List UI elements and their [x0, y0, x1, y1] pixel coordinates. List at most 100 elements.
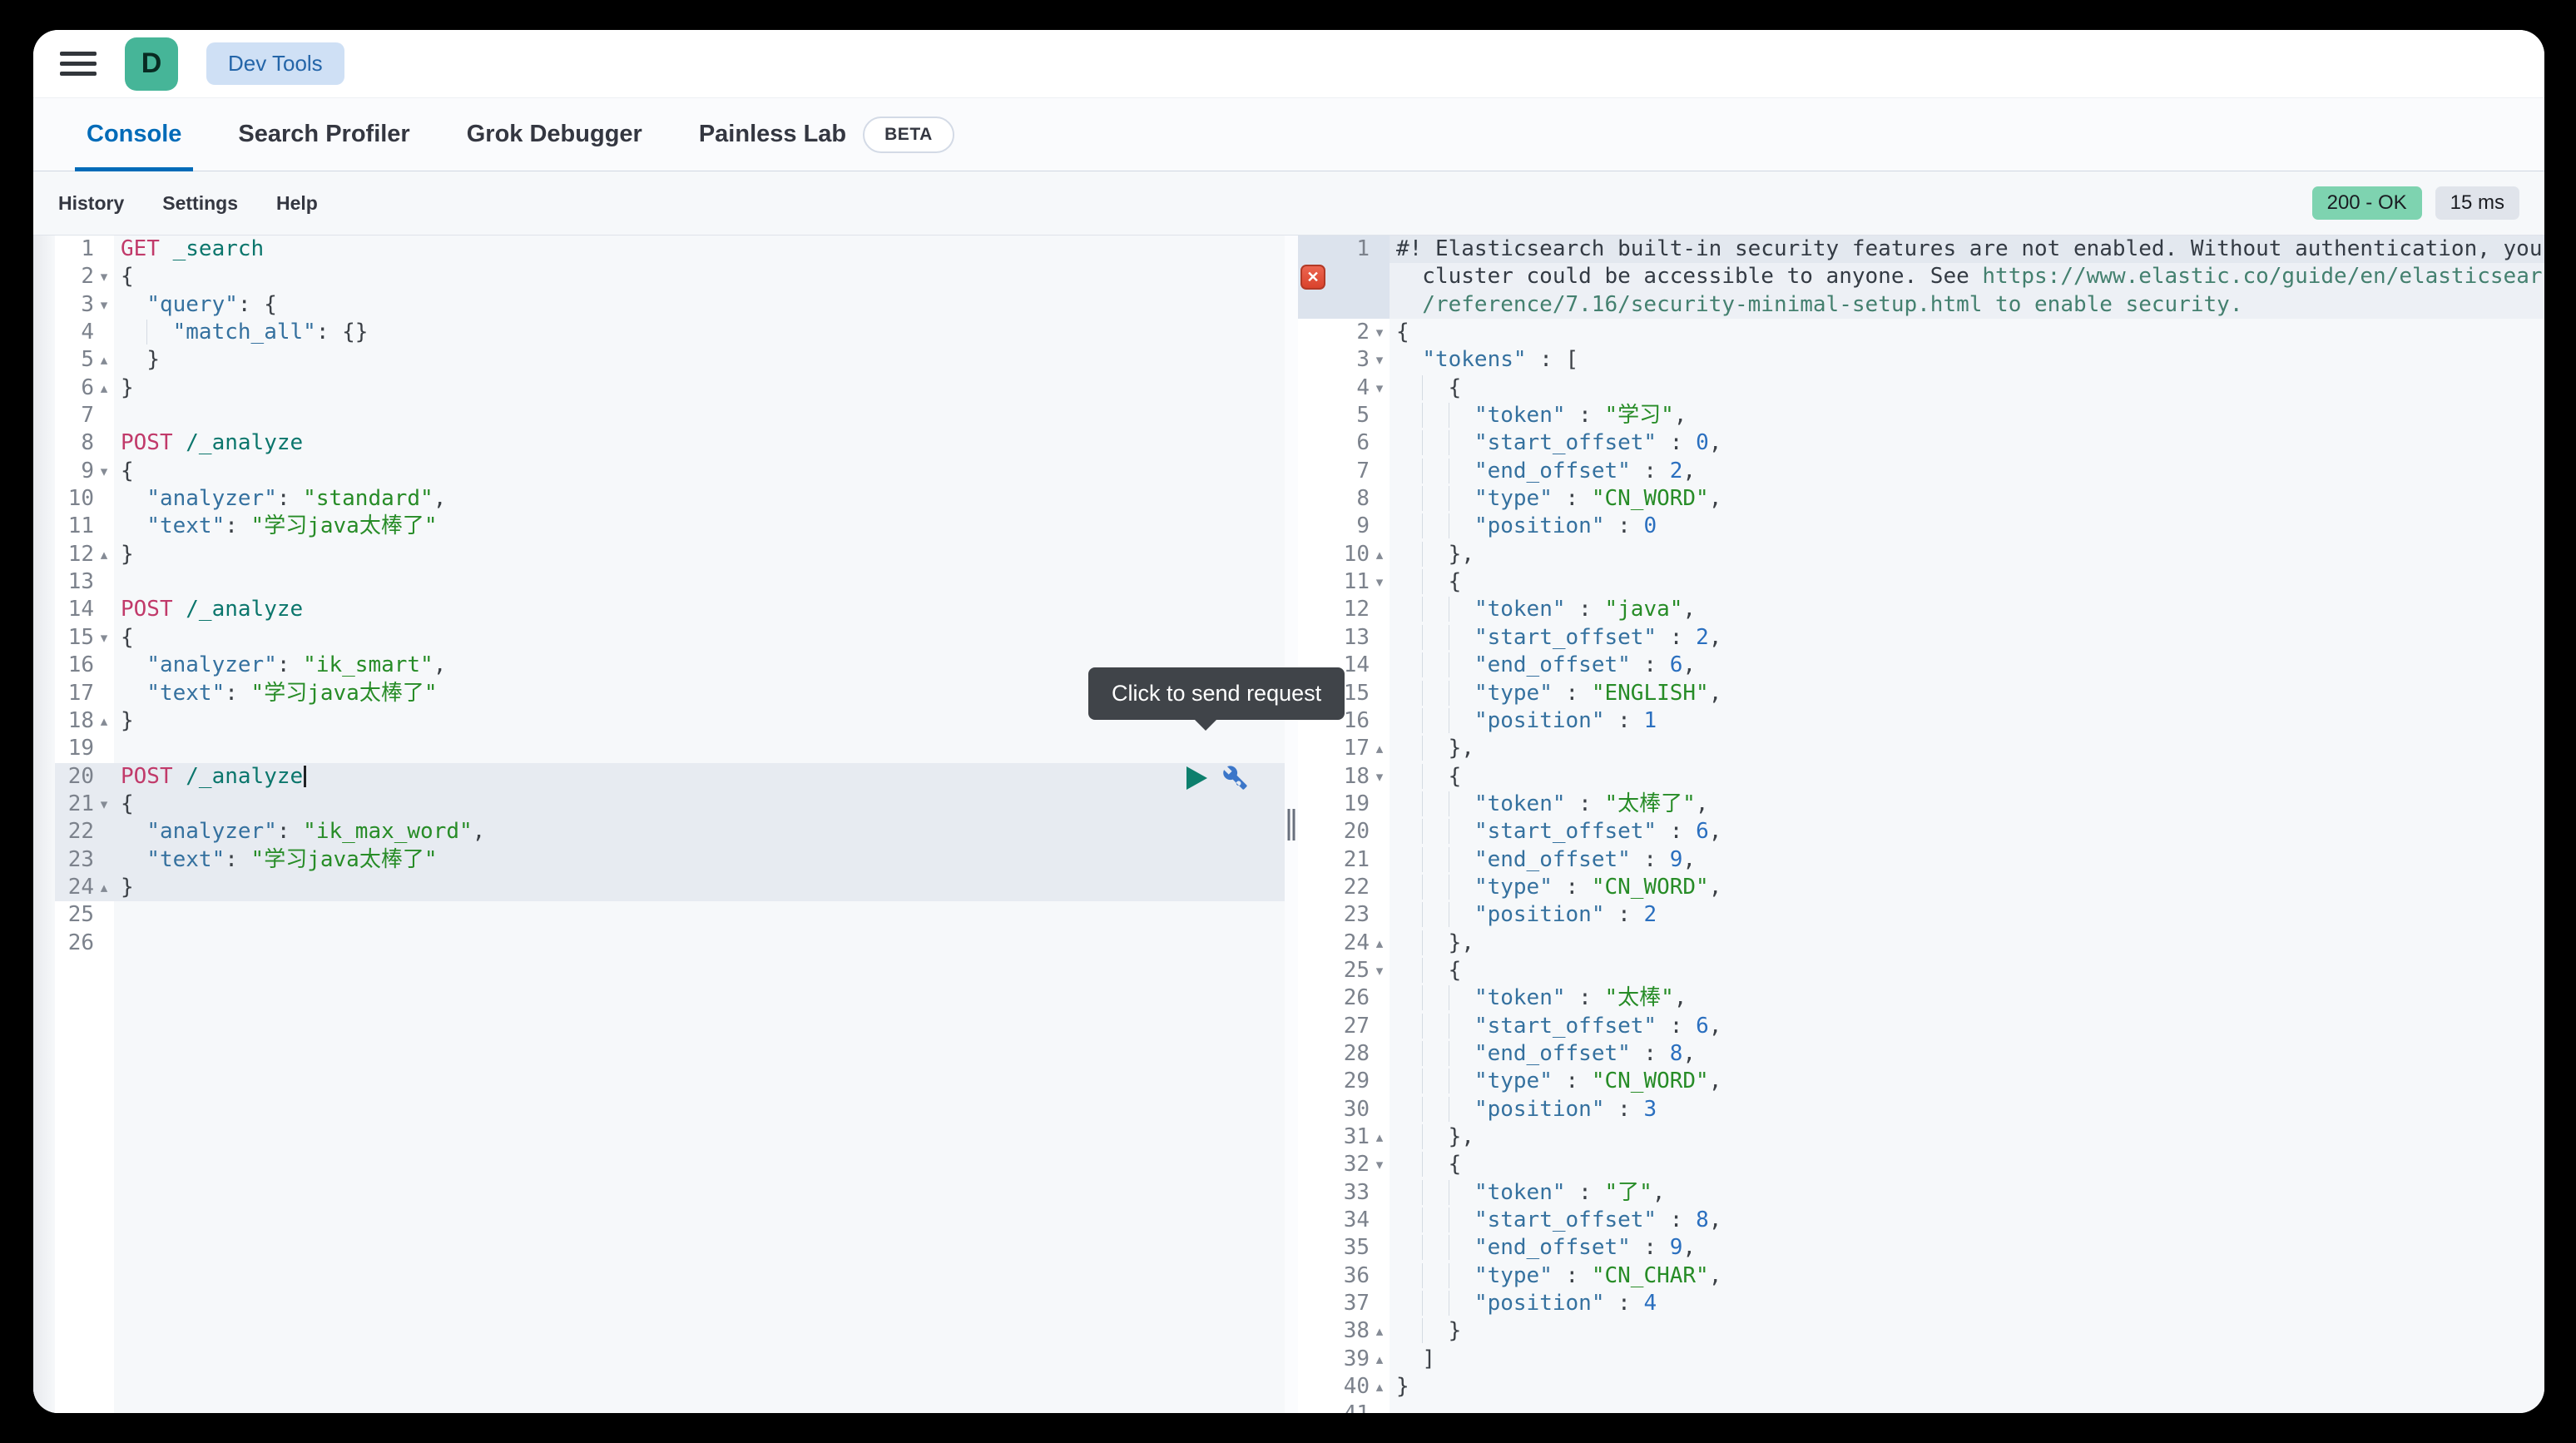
fold-open-icon[interactable]: ▾	[1370, 319, 1390, 346]
code-line[interactable]: 8POST /_analyze	[55, 429, 1285, 457]
fold-open-icon[interactable]: ▾	[1370, 763, 1390, 791]
code-text[interactable]: {	[114, 458, 1285, 485]
fold-close-icon[interactable]: ▴	[1370, 1346, 1390, 1373]
response-viewer[interactable]: 1#! Elasticsearch built-in security feat…	[1298, 236, 2544, 1413]
code-text[interactable]	[114, 930, 1285, 957]
code-text[interactable]: {	[114, 263, 1285, 290]
code-text[interactable]: "start_offset" : 2,	[1390, 624, 2544, 652]
code-text[interactable]: "end_offset" : 6,	[1390, 652, 2544, 679]
code-line[interactable]: 4 "match_all": {}	[55, 319, 1285, 346]
code-text[interactable]	[114, 901, 1285, 929]
code-text[interactable]: POST /_analyze	[114, 763, 1285, 791]
code-line[interactable]: 29 "type" : "CN_WORD",	[1298, 1068, 2544, 1095]
code-line[interactable]: 6 "start_offset" : 0,	[1298, 429, 2544, 457]
code-text[interactable]: "position" : 1	[1390, 707, 2544, 735]
code-text[interactable]: "tokens" : [	[1390, 346, 2544, 374]
code-line[interactable]: 22 "type" : "CN_WORD",	[1298, 874, 2544, 901]
fold-close-icon[interactable]: ▴	[94, 874, 114, 901]
code-line[interactable]: /reference/7.16/security-minimal-setup.h…	[1298, 291, 2544, 319]
code-text[interactable]: "start_offset" : 6,	[1390, 1013, 2544, 1040]
code-text[interactable]: }	[1390, 1317, 2544, 1345]
code-text[interactable]: "position" : 3	[1390, 1096, 2544, 1123]
panel-splitter[interactable]	[1285, 236, 1298, 1413]
code-line[interactable]: 10▴ },	[1298, 541, 2544, 568]
code-line[interactable]: 11 "text": "学习java太棒了"	[55, 513, 1285, 540]
fold-open-icon[interactable]: ▾	[1370, 374, 1390, 402]
code-line[interactable]: 9 "position" : 0	[1298, 513, 2544, 540]
code-line[interactable]: 11▾ {	[1298, 568, 2544, 596]
code-text[interactable]: "query": {	[114, 291, 1285, 319]
code-line[interactable]: 5▴ }	[55, 346, 1285, 374]
code-text[interactable]: "end_offset" : 8,	[1390, 1040, 2544, 1068]
code-text[interactable]: {	[114, 624, 1285, 652]
menu-settings[interactable]: Settings	[162, 192, 238, 215]
code-line[interactable]: 19	[55, 735, 1285, 762]
code-line[interactable]: 13 "start_offset" : 2,	[1298, 624, 2544, 652]
code-text[interactable]: },	[1390, 541, 2544, 568]
code-text[interactable]: {	[1390, 1151, 2544, 1178]
code-text[interactable]: GET _search	[114, 236, 1285, 263]
code-text[interactable]: "position" : 4	[1390, 1290, 2544, 1317]
code-text[interactable]: "analyzer": "ik_max_word",	[114, 818, 1285, 845]
code-text[interactable]: POST /_analyze	[114, 429, 1285, 457]
fold-close-icon[interactable]: ▴	[1370, 1373, 1390, 1401]
code-text[interactable]: "match_all": {}	[114, 319, 1285, 346]
code-line[interactable]: 36 "type" : "CN_CHAR",	[1298, 1262, 2544, 1290]
code-line[interactable]: 41	[1298, 1401, 2544, 1413]
tab-grok-debugger[interactable]: Grok Debugger	[455, 98, 654, 171]
code-line[interactable]: 23 "text": "学习java太棒了"	[55, 846, 1285, 874]
code-line[interactable]: 21 "end_offset" : 9,	[1298, 846, 2544, 874]
wrench-icon[interactable]	[1222, 765, 1248, 791]
code-line[interactable]: 32▾ {	[1298, 1151, 2544, 1178]
code-text[interactable]: },	[1390, 735, 2544, 762]
code-line[interactable]: 19 "token" : "太棒了",	[1298, 791, 2544, 818]
code-text[interactable]: }	[114, 346, 1285, 374]
code-text[interactable]: "type" : "CN_WORD",	[1390, 874, 2544, 901]
fold-close-icon[interactable]: ▴	[94, 541, 114, 568]
code-line[interactable]: 21▾{	[55, 791, 1285, 818]
code-line[interactable]: 5 "token" : "学习",	[1298, 402, 2544, 429]
code-line[interactable]: 25	[55, 901, 1285, 929]
code-text[interactable]	[114, 568, 1285, 596]
code-line[interactable]: 31▴ },	[1298, 1123, 2544, 1151]
code-line[interactable]: 13	[55, 568, 1285, 596]
code-line[interactable]: 8 "type" : "CN_WORD",	[1298, 485, 2544, 513]
code-line[interactable]: 10 "analyzer": "standard",	[55, 485, 1285, 513]
code-text[interactable]: "position" : 2	[1390, 901, 2544, 929]
code-text[interactable]: "end_offset" : 2,	[1390, 458, 2544, 485]
code-line[interactable]: 3▾ "query": {	[55, 291, 1285, 319]
code-line[interactable]: 24▴}	[55, 874, 1285, 901]
code-text[interactable]: {	[1390, 763, 2544, 791]
code-text[interactable]: "analyzer": "standard",	[114, 485, 1285, 513]
request-code[interactable]: 1GET _search2▾{3▾ "query": {4 "match_all…	[55, 236, 1285, 957]
tab-console[interactable]: Console	[75, 98, 193, 171]
code-text[interactable]: },	[1390, 930, 2544, 957]
code-text[interactable]: "token" : "太棒",	[1390, 984, 2544, 1012]
code-line[interactable]: 30 "position" : 3	[1298, 1096, 2544, 1123]
code-line[interactable]: 37 "position" : 4	[1298, 1290, 2544, 1317]
code-text[interactable]: },	[1390, 1123, 2544, 1151]
code-text[interactable]: "start_offset" : 0,	[1390, 429, 2544, 457]
code-text[interactable]: "token" : "学习",	[1390, 402, 2544, 429]
code-line[interactable]: 26 "token" : "太棒",	[1298, 984, 2544, 1012]
code-line[interactable]: 20POST /_analyze	[55, 763, 1285, 791]
code-line[interactable]: 7 "end_offset" : 2,	[1298, 458, 2544, 485]
code-text[interactable]: /reference/7.16/security-minimal-setup.h…	[1390, 291, 2544, 319]
code-line[interactable]: 2▾{	[55, 263, 1285, 290]
fold-open-icon[interactable]: ▾	[94, 291, 114, 319]
code-line[interactable]: 22 "analyzer": "ik_max_word",	[55, 818, 1285, 845]
menu-toggle-icon[interactable]	[60, 52, 97, 76]
code-line[interactable]: 1#! Elasticsearch built-in security feat…	[1298, 236, 2544, 263]
code-line[interactable]: ✕ cluster could be accessible to anyone.…	[1298, 263, 2544, 290]
code-line[interactable]: 12 "token" : "java",	[1298, 596, 2544, 623]
code-line[interactable]: 38▴ }	[1298, 1317, 2544, 1345]
code-text[interactable]: cluster could be accessible to anyone. S…	[1390, 263, 2544, 290]
code-line[interactable]: 14POST /_analyze	[55, 596, 1285, 623]
code-line[interactable]: 12▴}	[55, 541, 1285, 568]
code-line[interactable]: 25▾ {	[1298, 957, 2544, 984]
code-line[interactable]: 39▴ ]	[1298, 1346, 2544, 1373]
code-text[interactable]: #! Elasticsearch built-in security featu…	[1390, 236, 2544, 263]
menu-history[interactable]: History	[58, 192, 124, 215]
response-code[interactable]: 1#! Elasticsearch built-in security feat…	[1298, 236, 2544, 1413]
code-text[interactable]: "token" : "java",	[1390, 596, 2544, 623]
